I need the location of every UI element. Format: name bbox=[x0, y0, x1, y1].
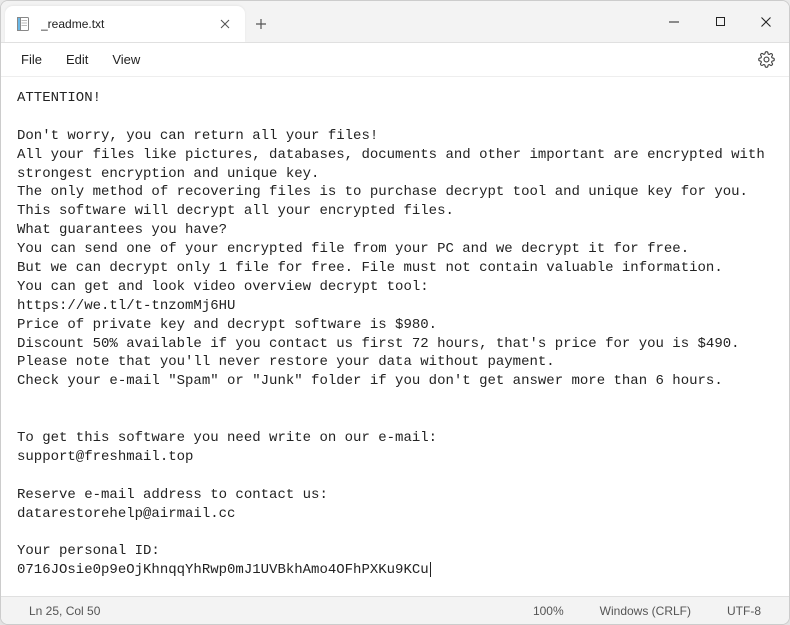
close-window-button[interactable] bbox=[743, 1, 789, 43]
menu-edit[interactable]: Edit bbox=[54, 48, 100, 71]
notepad-window: _readme.txt bbox=[0, 0, 790, 625]
titlebar[interactable]: _readme.txt bbox=[1, 1, 789, 43]
notepad-file-icon bbox=[15, 16, 31, 32]
tab-active[interactable]: _readme.txt bbox=[5, 6, 245, 42]
menubar: File Edit View bbox=[1, 43, 789, 77]
document-text: ATTENTION! Don't worry, you can return a… bbox=[17, 90, 773, 578]
menu-file[interactable]: File bbox=[9, 48, 54, 71]
status-cursor-position[interactable]: Ln 25, Col 50 bbox=[11, 604, 118, 618]
close-icon bbox=[760, 16, 772, 28]
settings-button[interactable] bbox=[752, 47, 781, 72]
maximize-icon bbox=[715, 16, 726, 27]
tab-strip: _readme.txt bbox=[1, 1, 651, 42]
menu-view[interactable]: View bbox=[100, 48, 152, 71]
window-controls bbox=[651, 1, 789, 42]
new-tab-button[interactable] bbox=[245, 6, 277, 42]
text-editor-content[interactable]: ATTENTION! Don't worry, you can return a… bbox=[1, 77, 789, 596]
gear-icon bbox=[758, 51, 775, 68]
status-line-endings[interactable]: Windows (CRLF) bbox=[582, 604, 709, 618]
text-cursor bbox=[430, 562, 431, 577]
status-encoding[interactable]: UTF-8 bbox=[709, 604, 779, 618]
minimize-icon bbox=[668, 16, 680, 28]
maximize-button[interactable] bbox=[697, 1, 743, 43]
minimize-button[interactable] bbox=[651, 1, 697, 43]
tab-close-button[interactable] bbox=[215, 14, 235, 34]
close-icon bbox=[220, 19, 230, 29]
statusbar: Ln 25, Col 50 100% Windows (CRLF) UTF-8 bbox=[1, 596, 789, 624]
status-zoom[interactable]: 100% bbox=[515, 604, 582, 618]
plus-icon bbox=[255, 18, 267, 30]
tab-title: _readme.txt bbox=[41, 17, 205, 31]
